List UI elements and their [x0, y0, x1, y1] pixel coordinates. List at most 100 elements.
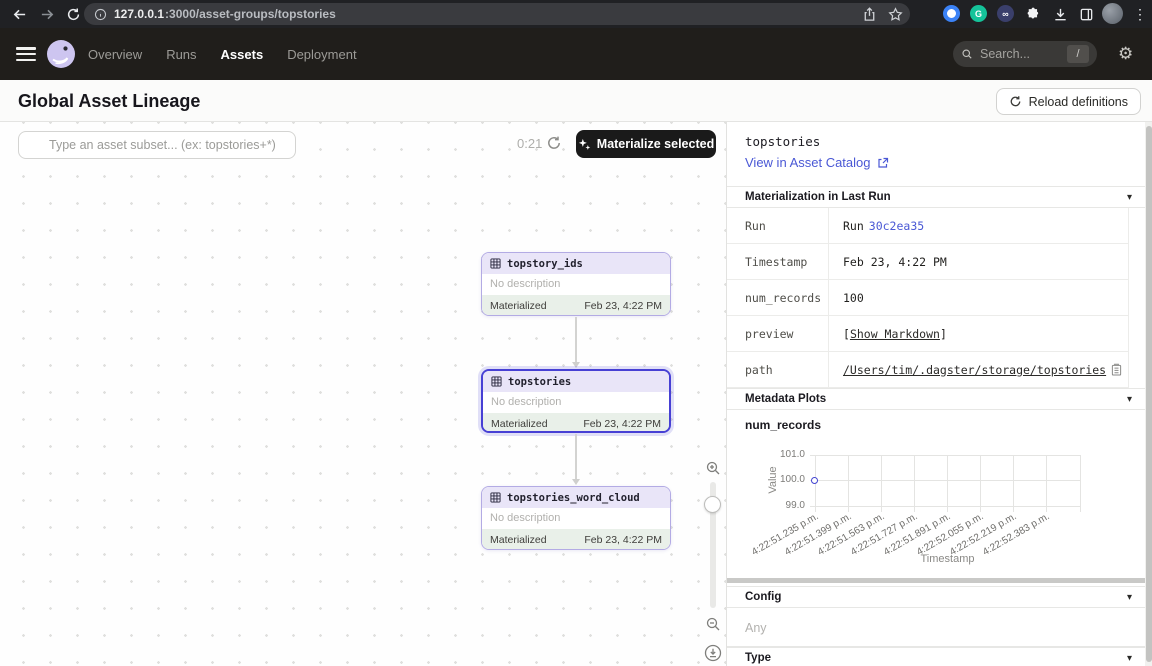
extension-grammarly-icon[interactable]: G — [970, 5, 987, 22]
chevron-down-icon: ▾ — [1127, 394, 1132, 405]
share-icon[interactable] — [860, 5, 878, 23]
asset-status-row: Materialized Feb 23, 4:22 PM — [482, 295, 670, 316]
asset-description: No description — [482, 274, 670, 295]
section-header-label: Materialization in Last Run — [745, 191, 891, 203]
table-icon — [491, 376, 502, 387]
row-key: preview — [727, 316, 829, 352]
extensions-puzzle-icon[interactable] — [1024, 5, 1042, 23]
url-host: 127.0.0.1 — [114, 7, 164, 21]
run-id-link[interactable]: 30c2ea35 — [869, 219, 924, 233]
section-header-label: Metadata Plots — [745, 393, 826, 405]
asset-subset-input[interactable] — [18, 131, 296, 159]
nav-item-runs[interactable]: Runs — [166, 47, 196, 62]
browser-toolbar: 127.0.0.1:3000/asset-groups/topstories G… — [0, 0, 1152, 28]
x-axis-label: Timestamp — [815, 553, 1080, 565]
row-key: Timestamp — [727, 244, 829, 280]
section-config[interactable]: Config ▾ — [727, 586, 1146, 608]
asset-graph-panel: 0:21 Materialize selected topstory_ids N… — [0, 122, 726, 666]
search-placeholder: Search... — [980, 47, 1060, 61]
app-nav: Overview Runs Assets Deployment Search..… — [0, 28, 1152, 80]
table-row-preview: preview [Show Markdown] — [727, 316, 1129, 352]
zoom-in-icon[interactable] — [705, 460, 721, 476]
profile-avatar[interactable] — [1102, 3, 1123, 24]
view-in-asset-catalog-link[interactable]: View in Asset Catalog — [745, 155, 889, 170]
catalog-link-label: View in Asset Catalog — [745, 155, 871, 170]
asset-node-topstories[interactable]: topstories No description Materialized F… — [481, 369, 671, 433]
asset-description: No description — [482, 508, 670, 529]
bookmark-star-icon[interactable] — [886, 5, 904, 23]
settings-gear-icon[interactable]: ⚙ — [1118, 44, 1133, 64]
copy-icon[interactable] — [1111, 363, 1122, 376]
reload-definitions-button[interactable]: Reload definitions — [996, 88, 1141, 115]
asset-status: Materialized — [490, 300, 547, 312]
extension-glasses-icon[interactable]: ∞ — [997, 5, 1014, 22]
chevron-down-icon: ▾ — [1127, 592, 1132, 603]
asset-node-topstory-ids[interactable]: topstory_ids No description Materialized… — [481, 252, 671, 316]
asset-details-panel: topstories View in Asset Catalog Materia… — [726, 122, 1152, 666]
back-icon[interactable] — [10, 5, 28, 23]
asset-node-header: topstories_word_cloud — [482, 487, 670, 508]
data-point — [811, 477, 818, 484]
search-icon — [961, 48, 973, 60]
sparkle-icon — [578, 138, 591, 151]
page-title: Global Asset Lineage — [18, 80, 200, 122]
site-info-icon[interactable] — [94, 8, 107, 21]
section-type[interactable]: Type ▾ — [727, 647, 1146, 666]
bracket-open: [ — [843, 327, 850, 341]
asset-status-row: Materialized Feb 23, 4:22 PM — [482, 529, 670, 550]
section-metadata-plots[interactable]: Metadata Plots ▾ — [727, 388, 1146, 410]
materialize-selected-button[interactable]: Materialize selected — [576, 130, 716, 158]
section-header-label: Type — [745, 652, 771, 664]
y-tick: 100.0 — [757, 474, 805, 486]
row-key: path — [727, 352, 829, 388]
nav-item-overview[interactable]: Overview — [88, 47, 142, 62]
path-link[interactable]: /Users/tim/.dagster/storage/topstories — [843, 363, 1106, 377]
y-tick: 101.0 — [757, 449, 805, 461]
screen: 127.0.0.1:3000/asset-groups/topstories G… — [0, 0, 1152, 666]
nav-item-deployment[interactable]: Deployment — [287, 47, 356, 62]
asset-status-time: Feb 23, 4:22 PM — [584, 534, 662, 546]
edge-topstory-ids-to-topstories — [570, 317, 581, 368]
metadata-plot: num_records Value 101.0 100.0 99.0 4:22:… — [727, 410, 1146, 578]
forward-icon[interactable] — [38, 5, 56, 23]
dagster-logo[interactable] — [46, 39, 76, 69]
search-input[interactable]: Search... / — [953, 41, 1097, 67]
asset-node-topstories-word-cloud[interactable]: topstories_word_cloud No description Mat… — [481, 486, 671, 550]
asset-status-row: Materialized Feb 23, 4:22 PM — [483, 413, 669, 433]
side-panel-icon[interactable] — [1077, 5, 1095, 23]
show-markdown-link[interactable]: Show Markdown — [850, 327, 940, 341]
config-body — [727, 608, 1146, 647]
materialize-selected-label: Materialize selected — [597, 137, 714, 151]
downloads-icon[interactable] — [1051, 5, 1069, 23]
bracket-close: ] — [940, 327, 947, 341]
table-row-path: path /Users/tim/.dagster/storage/topstor… — [727, 352, 1129, 388]
asset-status: Materialized — [491, 418, 548, 430]
nav-item-assets[interactable]: Assets — [221, 47, 264, 62]
graph-timer: 0:21 — [517, 136, 542, 151]
gear-glyph: ⚙ — [1118, 44, 1133, 63]
timestamp-value: Feb 23, 4:22 PM — [843, 255, 947, 269]
address-bar[interactable]: 127.0.0.1:3000/asset-groups/topstories — [84, 3, 910, 25]
table-icon — [490, 492, 501, 503]
graph-refresh-icon[interactable] — [546, 135, 562, 151]
grammarly-letter: G — [975, 9, 982, 19]
materialization-table: Run Run30c2ea35 Timestamp Feb 23, 4:22 P… — [727, 208, 1146, 388]
table-row-num-records: num_records 100 — [727, 280, 1129, 316]
zoom-out-icon[interactable] — [705, 616, 721, 632]
browser-menu-icon[interactable]: ⋮ — [1133, 4, 1147, 24]
chevron-down-icon: ▾ — [1127, 192, 1132, 203]
asset-node-header: topstories — [483, 371, 669, 392]
details-scrollbar-thumb[interactable] — [1146, 126, 1152, 662]
asset-status: Materialized — [490, 534, 547, 546]
reload-icon[interactable] — [64, 5, 82, 23]
zoom-slider-handle[interactable] — [704, 496, 721, 513]
extension-clock-icon[interactable] — [943, 5, 960, 22]
menu-icon[interactable] — [16, 47, 36, 61]
panel-splitter[interactable] — [727, 578, 1146, 583]
row-key: num_records — [727, 280, 829, 316]
edge-topstories-to-word-cloud — [570, 434, 581, 485]
zoom-to-fit-icon[interactable] — [704, 644, 722, 662]
config-value: Any — [745, 621, 767, 635]
section-materialization-in-last-run[interactable]: Materialization in Last Run ▾ — [727, 186, 1146, 208]
table-icon — [490, 258, 501, 269]
